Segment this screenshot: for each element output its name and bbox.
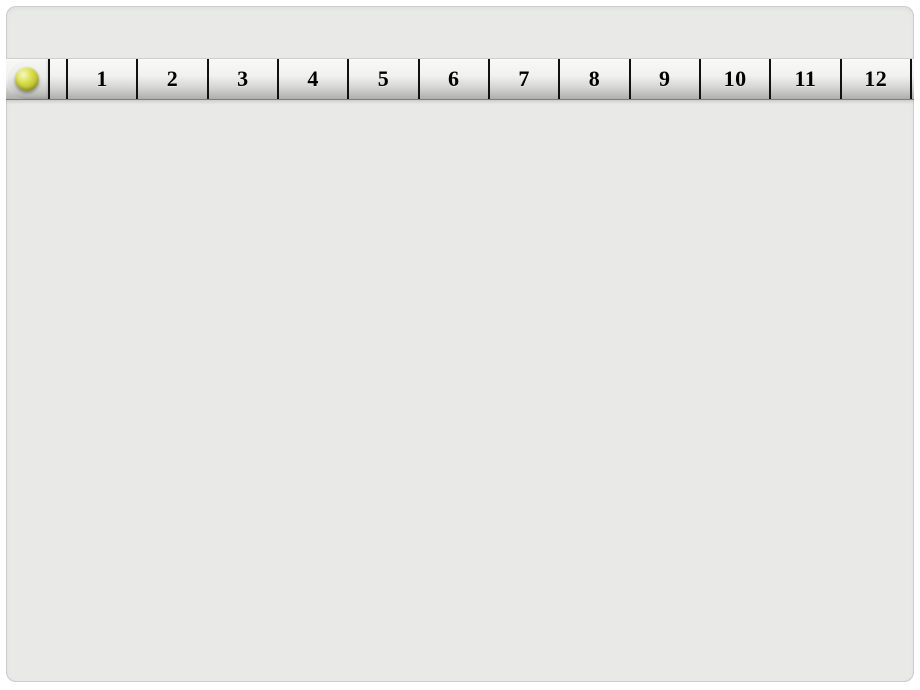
ruler-segment-label: 3 — [237, 66, 249, 92]
ruler-segment[interactable]: 12 — [840, 59, 910, 99]
ruler-bar: 1 2 3 4 5 6 7 8 9 10 11 12 — [6, 58, 914, 100]
content-area — [6, 102, 914, 682]
ruler-segment[interactable]: 1 — [66, 59, 136, 99]
ruler-segment[interactable]: 10 — [699, 59, 769, 99]
ruler-segment-label: 1 — [96, 66, 108, 92]
ruler-segment[interactable]: 7 — [488, 59, 558, 99]
ruler-segment-label: 4 — [307, 66, 319, 92]
stage: 1 2 3 4 5 6 7 8 9 10 11 12 — [6, 6, 914, 682]
ruler-end-cap[interactable] — [6, 59, 48, 99]
ruler-segment-label: 2 — [167, 66, 179, 92]
ruler-segment[interactable]: 11 — [769, 59, 839, 99]
ruler-segment[interactable]: 6 — [418, 59, 488, 99]
ruler-segment[interactable]: 3 — [207, 59, 277, 99]
ruler-segment-label: 6 — [448, 66, 460, 92]
ruler-cells: 1 2 3 4 5 6 7 8 9 10 11 12 — [48, 59, 914, 99]
ruler-segment[interactable]: 2 — [136, 59, 206, 99]
ruler-segment-label: 9 — [659, 66, 671, 92]
ruler-segment-label: 12 — [864, 66, 887, 92]
ruler-end-tick — [910, 59, 914, 99]
ruler-segment[interactable]: 9 — [629, 59, 699, 99]
ruler-segment[interactable]: 5 — [347, 59, 417, 99]
ruler-segment-label: 8 — [589, 66, 601, 92]
ruler-segment[interactable]: 4 — [277, 59, 347, 99]
ruler-segment[interactable]: 8 — [558, 59, 628, 99]
ruler-lead-tick — [48, 59, 66, 99]
ruler-segment-label: 5 — [378, 66, 390, 92]
ruler-segment-label: 7 — [518, 66, 530, 92]
ruler-segment-label: 10 — [724, 66, 747, 92]
ruler-segment-label: 11 — [795, 66, 817, 92]
ruler-handle-dot[interactable] — [15, 67, 39, 91]
